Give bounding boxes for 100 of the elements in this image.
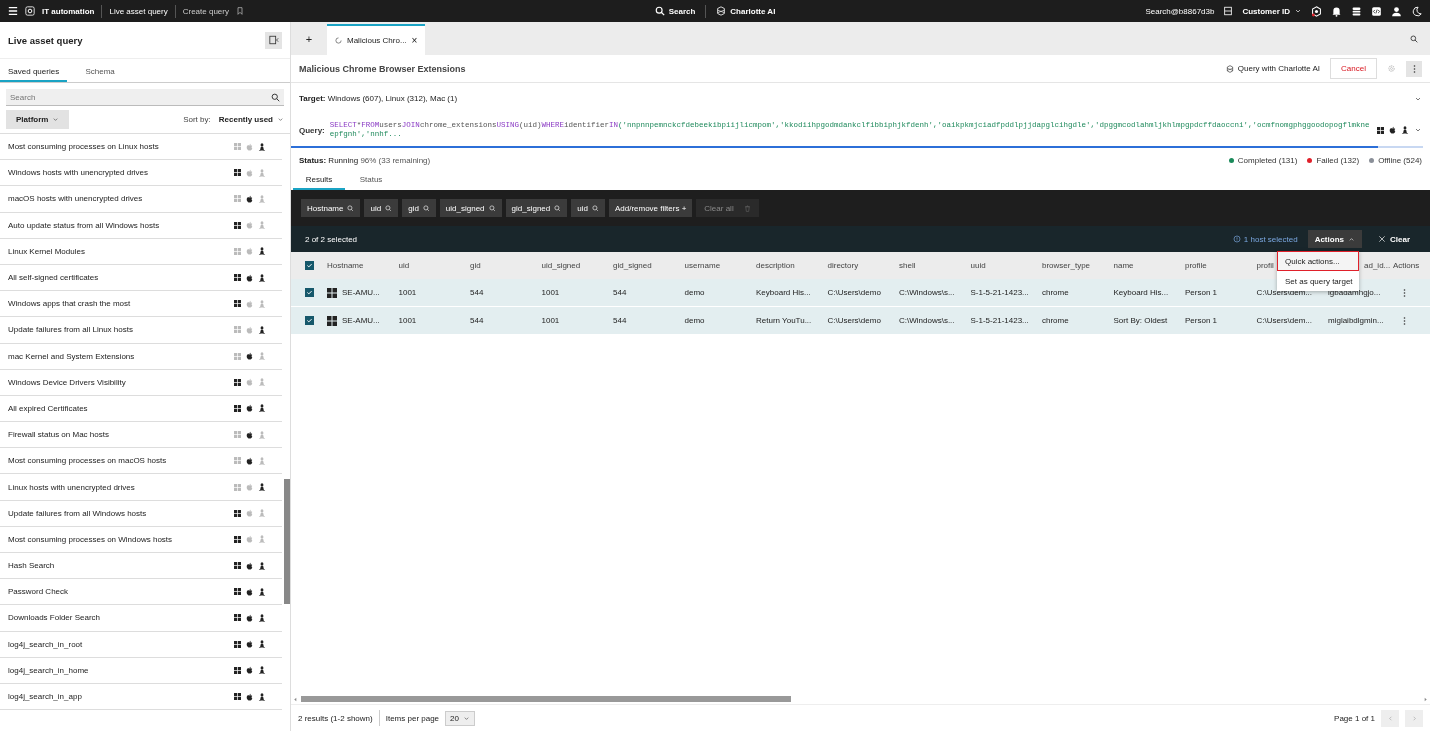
panel-tab[interactable]: Saved queries bbox=[0, 59, 68, 82]
search-icon bbox=[385, 204, 393, 212]
row-checkbox[interactable] bbox=[304, 288, 314, 297]
menu-item[interactable]: Quick actions... bbox=[1277, 251, 1359, 271]
ai-query-button[interactable]: Query with Charlotte AI bbox=[1225, 64, 1321, 73]
table-cell: C:\Users\demo bbox=[827, 316, 881, 325]
saved-query-item[interactable]: Auto update status from all Windows hosts bbox=[0, 212, 282, 239]
filter-chip[interactable]: gid bbox=[402, 199, 436, 217]
per-page-dropdown[interactable]: 20 bbox=[445, 710, 475, 726]
menu-icon[interactable] bbox=[8, 6, 18, 16]
saved-query-item[interactable]: Linux hosts with unencrypted drives bbox=[0, 474, 282, 501]
apple-icon bbox=[1389, 126, 1396, 134]
customer-id-dropdown[interactable]: Customer ID bbox=[1242, 6, 1302, 16]
platform-filter-button[interactable]: Platform bbox=[6, 110, 70, 129]
kebab-icon[interactable] bbox=[1403, 287, 1406, 298]
saved-query-item[interactable]: All self-signed certificates bbox=[0, 264, 282, 292]
column-header[interactable]: username bbox=[684, 261, 721, 270]
table-cell: SE-AMU... bbox=[342, 316, 380, 325]
table-cell: Person 1 bbox=[1185, 288, 1218, 297]
sort-dropdown[interactable]: Recently used bbox=[218, 115, 284, 124]
scrollbar-thumb[interactable] bbox=[284, 479, 290, 604]
saved-query-item[interactable]: mac Kernel and System Extensions bbox=[0, 343, 282, 370]
saved-query-item[interactable]: Windows hosts with unencrypted drives bbox=[0, 160, 282, 187]
column-header[interactable]: shell bbox=[899, 261, 916, 270]
bell-icon[interactable] bbox=[1331, 5, 1342, 17]
column-header[interactable]: gid_signed bbox=[613, 261, 652, 270]
saved-query-item[interactable]: Windows Device Drivers Visibility bbox=[0, 369, 282, 396]
close-icon bbox=[1378, 235, 1386, 243]
code-icon[interactable] bbox=[1371, 5, 1382, 17]
chevron-right-icon bbox=[1410, 714, 1418, 722]
select-all-checkbox[interactable] bbox=[304, 261, 314, 270]
user-icon[interactable] bbox=[1391, 5, 1402, 17]
filter-chip[interactable]: uid bbox=[571, 199, 605, 217]
saved-query-item[interactable]: Hash Search bbox=[0, 553, 282, 580]
breadcrumb-link[interactable]: Live asset query bbox=[109, 6, 168, 16]
kebab-icon[interactable] bbox=[1403, 315, 1406, 326]
column-header[interactable]: uuid bbox=[970, 261, 986, 270]
more-options-button[interactable] bbox=[1406, 60, 1422, 77]
row-checkbox[interactable] bbox=[304, 316, 314, 325]
bookmark-icon[interactable] bbox=[235, 7, 244, 15]
saved-query-item[interactable]: All expired Certificates bbox=[0, 395, 282, 423]
table-cell: C:\Windows\s... bbox=[899, 316, 955, 325]
saved-query-item[interactable]: Password Check bbox=[0, 579, 282, 606]
saved-query-item[interactable]: log4j_search_in_root bbox=[0, 631, 282, 658]
search-icon[interactable] bbox=[1410, 34, 1418, 43]
chevron-down-icon[interactable] bbox=[1414, 126, 1422, 134]
saved-query-item[interactable]: log4j_search_in_app bbox=[0, 683, 282, 711]
add-filters-button[interactable]: Add/remove filters + bbox=[608, 199, 693, 217]
panel-tab[interactable]: Schema bbox=[67, 59, 134, 82]
create-query-link[interactable]: Create query bbox=[182, 6, 229, 16]
filter-chip[interactable]: uid_signed bbox=[439, 199, 502, 217]
stack-icon[interactable] bbox=[1351, 5, 1362, 17]
column-header[interactable]: directory bbox=[827, 261, 859, 270]
filter-chip[interactable]: gid_signed bbox=[505, 199, 568, 217]
saved-query-item[interactable]: Firewall status on Mac hosts bbox=[0, 422, 282, 449]
search-icon[interactable] bbox=[271, 92, 280, 102]
saved-query-item[interactable]: Update failures from all Linux hosts bbox=[0, 317, 282, 344]
saved-query-item[interactable]: log4j_search_in_home bbox=[0, 657, 282, 684]
saved-query-item[interactable]: Most consuming processes on Linux hosts bbox=[0, 134, 282, 161]
clear-selection-button[interactable]: Clear bbox=[1372, 234, 1416, 244]
column-header[interactable]: description bbox=[756, 261, 795, 270]
column-header[interactable]: uid bbox=[398, 261, 410, 270]
column-header[interactable]: Actions bbox=[1393, 261, 1420, 270]
column-header[interactable]: name bbox=[1113, 261, 1134, 270]
search-button[interactable]: Search bbox=[654, 6, 696, 16]
column-header[interactable]: profile bbox=[1185, 261, 1207, 270]
tab-label: Malicious Chro... bbox=[347, 36, 407, 45]
table-cell: 1001 bbox=[398, 288, 417, 297]
new-tab-button[interactable]: + bbox=[291, 22, 327, 55]
search-field[interactable]: Search bbox=[6, 89, 284, 106]
results-tab[interactable]: Status bbox=[345, 172, 397, 190]
saved-query-item[interactable]: Linux Kernel Modules bbox=[0, 238, 282, 265]
query-tab[interactable]: Malicious Chro... × bbox=[327, 24, 426, 55]
saved-query-item[interactable]: Downloads Folder Search bbox=[0, 605, 282, 632]
saved-query-item[interactable]: macOS hosts with unencrypted drives bbox=[0, 186, 282, 213]
column-header[interactable]: browser_type bbox=[1042, 261, 1091, 270]
collapse-panel-button[interactable] bbox=[265, 31, 282, 49]
menu-item[interactable]: Set as query target bbox=[1277, 271, 1359, 291]
cancel-button[interactable]: Cancel bbox=[1330, 58, 1377, 79]
close-tab-button[interactable]: × bbox=[411, 35, 418, 46]
column-header[interactable]: gid bbox=[470, 261, 481, 270]
moon-icon[interactable] bbox=[1411, 5, 1422, 17]
column-header[interactable]: Hostname bbox=[327, 261, 364, 270]
saved-query-item[interactable]: Update failures from all Windows hosts bbox=[0, 500, 282, 527]
saved-query-item[interactable]: Most consuming processes on macOS hosts bbox=[0, 448, 282, 475]
column-header[interactable]: uid_signed bbox=[541, 261, 581, 270]
clear-all-button[interactable]: Clear all bbox=[696, 199, 759, 217]
actions-dropdown[interactable]: Actions bbox=[1307, 230, 1362, 248]
trash-icon bbox=[743, 204, 751, 212]
scrollbar-thumb[interactable] bbox=[301, 696, 791, 702]
saved-query-item[interactable]: Windows apps that crash the most bbox=[0, 291, 282, 318]
server-icon[interactable] bbox=[1223, 6, 1234, 16]
sort-label: Sort by: bbox=[183, 115, 211, 124]
column-header[interactable]: ad_id... bbox=[1364, 261, 1391, 270]
saved-query-item[interactable]: Most consuming processes on Windows hosts bbox=[0, 526, 282, 553]
filter-chip[interactable]: uid bbox=[364, 199, 399, 217]
search-input[interactable]: Search bbox=[10, 90, 271, 104]
filter-chip[interactable]: Hostname bbox=[301, 199, 361, 217]
assistant-button[interactable]: Charlotte AI bbox=[716, 6, 776, 16]
column-header[interactable]: profil bbox=[1256, 261, 1274, 270]
